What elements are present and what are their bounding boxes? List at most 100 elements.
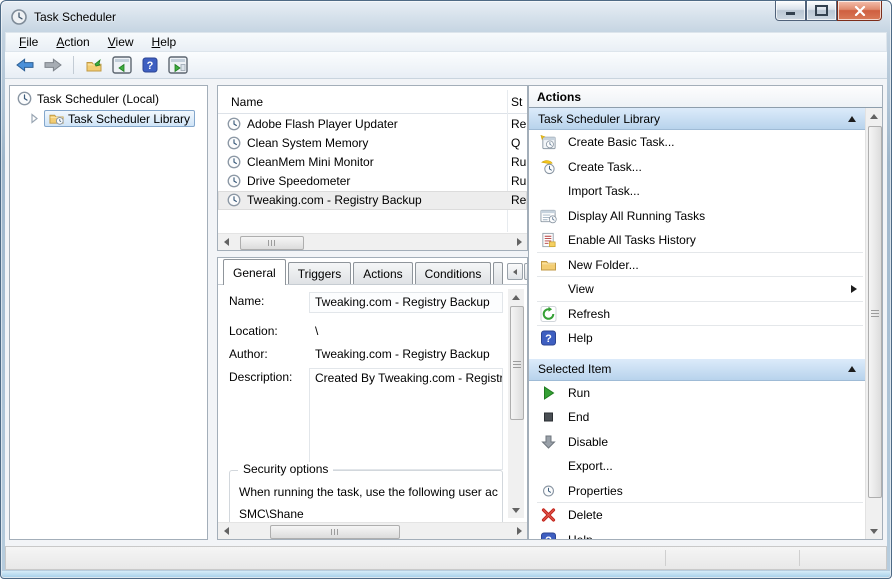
tab-conditions[interactable]: Conditions	[415, 262, 492, 284]
action-enable-all-tasks-history[interactable]: Enable All Tasks History	[529, 228, 865, 253]
clock-icon	[17, 91, 32, 106]
folder-clock-icon	[49, 111, 64, 126]
general-fields: Name: Tweaking.com - Registry Backup Loc…	[229, 292, 503, 470]
action-disable[interactable]: Disable	[529, 430, 865, 455]
scrollbar-thumb[interactable]	[868, 126, 882, 498]
tab-actions[interactable]: Actions	[353, 262, 412, 284]
menu-view[interactable]: View	[99, 34, 143, 50]
export-list-button[interactable]	[82, 54, 106, 76]
task-name: Drive Speedometer	[247, 174, 350, 188]
actions-vertical-scrollbar[interactable]	[865, 108, 882, 539]
close-button[interactable]	[837, 1, 882, 21]
action-properties[interactable]: Properties	[529, 479, 865, 504]
security-text-line1: When running the task, use the following…	[239, 485, 501, 499]
window-frame-bottom	[2, 571, 890, 577]
scroll-up-button[interactable]	[508, 289, 524, 305]
scroll-right-button[interactable]	[511, 234, 527, 250]
statusbar-divider	[665, 550, 666, 566]
action-display-all-running-tasks[interactable]: Display All Running Tasks	[529, 204, 865, 229]
description-field[interactable]: Created By Tweaking.com - Registry	[309, 368, 503, 470]
expander-icon[interactable]	[30, 113, 39, 124]
action-refresh[interactable]: Refresh	[529, 302, 865, 327]
section-header-selected-item[interactable]: Selected Item	[529, 359, 865, 381]
section-header-task-scheduler-library[interactable]: Task Scheduler Library	[529, 108, 865, 130]
name-field[interactable]: Tweaking.com - Registry Backup	[309, 292, 503, 313]
action-new-folder[interactable]: New Folder...	[529, 253, 865, 278]
action-create-task[interactable]: Create Task...	[529, 155, 865, 180]
right-arrow-icon	[517, 238, 522, 246]
task-name: Tweaking.com - Registry Backup	[247, 193, 422, 207]
task-row-selected[interactable]: Tweaking.com - Registry Backup Re	[218, 191, 527, 210]
action-run[interactable]: Run	[529, 381, 865, 406]
enable-all-tasks-history-icon	[540, 232, 557, 248]
tab-triggers[interactable]: Triggers	[288, 262, 352, 284]
tree-item-library[interactable]: Task Scheduler Library	[10, 109, 207, 128]
tab-settings[interactable]: Settin	[493, 262, 503, 284]
task-row[interactable]: Adobe Flash Player Updater Re	[218, 114, 527, 133]
scrollbar-thumb[interactable]	[240, 236, 304, 250]
help-icon	[540, 532, 557, 539]
menu-file[interactable]: File	[10, 34, 47, 50]
menu-action[interactable]: Action	[47, 34, 98, 50]
properties-icon	[540, 483, 557, 499]
run-icon	[540, 385, 557, 401]
action-export[interactable]: Export...	[529, 454, 865, 479]
down-arrow-icon	[512, 508, 520, 513]
scroll-left-button[interactable]	[218, 523, 234, 539]
create-task-icon	[540, 159, 557, 175]
action-import-task[interactable]: Import Task...	[529, 179, 865, 204]
window-title: Task Scheduler	[34, 10, 116, 24]
menu-help[interactable]: Help	[143, 34, 186, 50]
tree-library-selected[interactable]: Task Scheduler Library	[44, 110, 195, 127]
scrollbar-thumb[interactable]	[510, 306, 524, 420]
action-end[interactable]: End	[529, 405, 865, 430]
back-button[interactable]	[13, 54, 37, 76]
task-row[interactable]: Drive Speedometer Ru	[218, 172, 527, 191]
location-label: Location:	[229, 322, 309, 338]
scroll-left-button[interactable]	[218, 234, 234, 250]
action-help[interactable]: Help	[529, 326, 865, 351]
maximize-button[interactable]	[806, 1, 837, 21]
titlebar[interactable]: Task Scheduler	[1, 1, 891, 32]
console-tree-panel: Task Scheduler (Local) Task Scheduler Li…	[9, 85, 208, 540]
scroll-right-button[interactable]	[511, 523, 527, 539]
scrollbar-thumb[interactable]	[270, 525, 400, 539]
task-row[interactable]: CleanMem Mini Monitor Ru	[218, 152, 527, 171]
tree-item-root[interactable]: Task Scheduler (Local)	[10, 89, 207, 108]
show-action-pane-button[interactable]	[166, 54, 190, 76]
clock-icon	[227, 193, 241, 207]
column-header-status[interactable]: St	[511, 95, 522, 109]
forward-button[interactable]	[41, 54, 65, 76]
scroll-up-button[interactable]	[866, 108, 882, 124]
column-header-name[interactable]: Name	[218, 95, 263, 114]
app-clock-icon	[11, 9, 27, 25]
help-button[interactable]	[138, 54, 162, 76]
left-arrow-icon	[513, 269, 517, 275]
collapse-icon[interactable]	[848, 116, 856, 122]
task-status: Re	[511, 193, 526, 207]
show-console-tree-button[interactable]	[110, 54, 134, 76]
action-delete[interactable]: Delete	[529, 503, 865, 528]
action-view[interactable]: View	[529, 277, 865, 302]
scroll-down-button[interactable]	[866, 523, 882, 539]
forward-arrow-icon	[44, 58, 62, 72]
scroll-down-button[interactable]	[508, 502, 524, 518]
submenu-arrow-icon	[851, 285, 857, 293]
task-list-panel: Name St Adobe Flash Player Updater Re Cl…	[217, 85, 528, 251]
tab-scroll-left-button[interactable]	[507, 263, 523, 280]
action-help-selected[interactable]: Help	[529, 528, 865, 540]
task-status: Re	[511, 117, 526, 131]
action-create-basic-task[interactable]: Create Basic Task...	[529, 130, 865, 155]
task-row[interactable]: Clean System Memory Q	[218, 133, 527, 152]
end-icon	[540, 409, 557, 425]
list-horizontal-scrollbar[interactable]	[218, 233, 527, 250]
tree-library-label: Task Scheduler Library	[68, 112, 190, 126]
refresh-icon	[540, 306, 557, 322]
show-console-tree-icon	[112, 56, 132, 74]
main-content: Task Scheduler (Local) Task Scheduler Li…	[5, 79, 887, 546]
minimize-button[interactable]	[775, 1, 806, 21]
collapse-icon[interactable]	[848, 366, 856, 372]
details-vertical-scrollbar[interactable]	[508, 289, 524, 518]
tab-general[interactable]: General	[223, 259, 286, 285]
details-horizontal-scrollbar[interactable]	[218, 522, 527, 539]
